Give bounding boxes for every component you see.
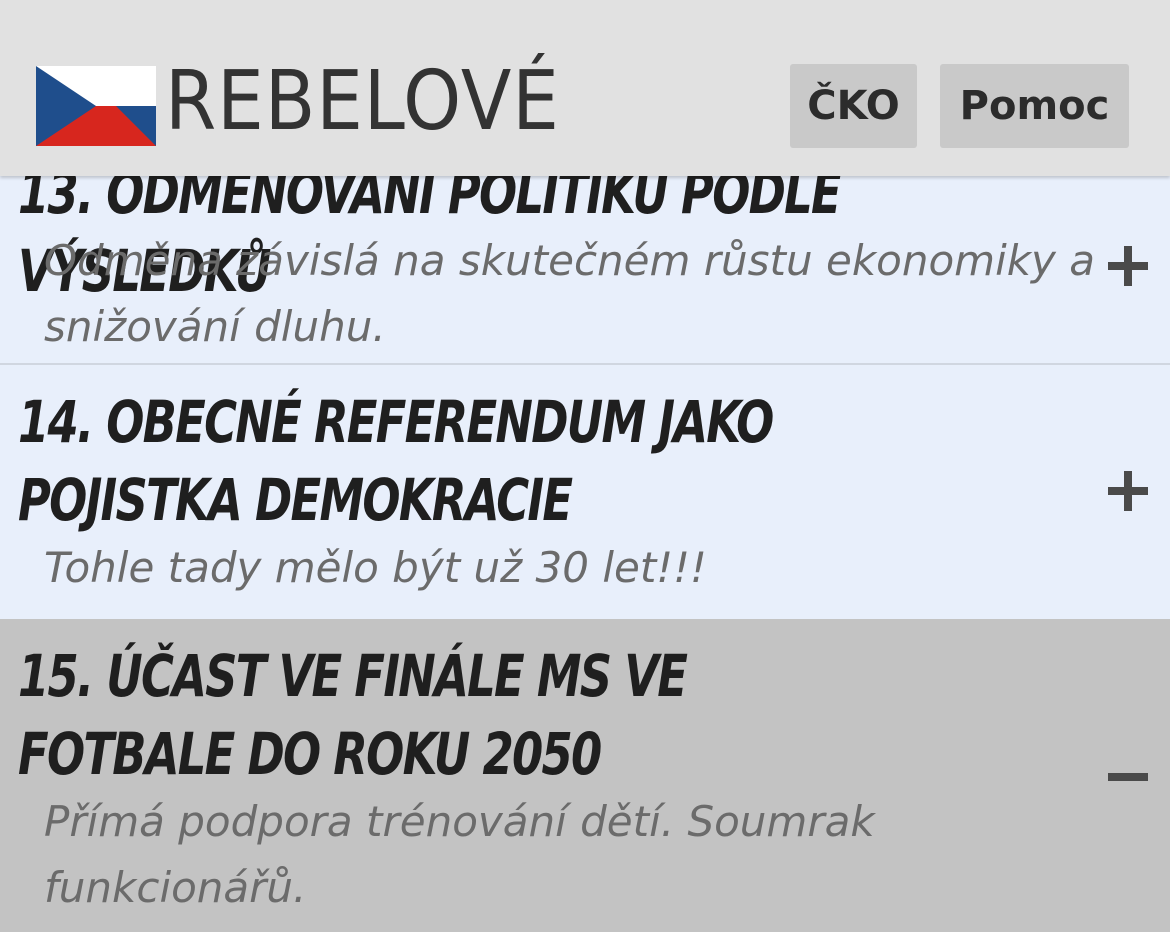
list-item-14[interactable]: 14. Obecné referendum jako pojistka demo…: [0, 365, 1170, 619]
item-description: Odměna závislá na skutečném růstu ekonom…: [44, 236, 1096, 351]
item-description: Přímá podpora trénování dětí. Soumrak fu…: [44, 797, 875, 912]
list-item-15[interactable]: 15. Účast ve finále MS ve fotbale do rok…: [0, 619, 1170, 932]
minus-icon[interactable]: [1104, 753, 1152, 801]
app-header: REBELOVÉ ČKO Pomoc: [0, 0, 1170, 176]
cko-button[interactable]: ČKO: [790, 64, 917, 148]
item-title: 15. Účast ve finále MS ve fotbale do rok…: [18, 642, 688, 788]
app-screen: 13. Odměňování politiků podle výsledků O…: [0, 0, 1170, 932]
item-title: 14. Obecné referendum jako pojistka demo…: [18, 388, 774, 534]
plus-icon[interactable]: [1104, 242, 1152, 290]
plus-icon[interactable]: [1104, 467, 1152, 515]
item-description: Tohle tady mělo být už 30 let!!!: [44, 543, 707, 592]
help-button[interactable]: Pomoc: [940, 64, 1129, 148]
czech-flag-icon: [36, 66, 156, 146]
app-logo-text: REBELOVÉ: [165, 54, 560, 149]
